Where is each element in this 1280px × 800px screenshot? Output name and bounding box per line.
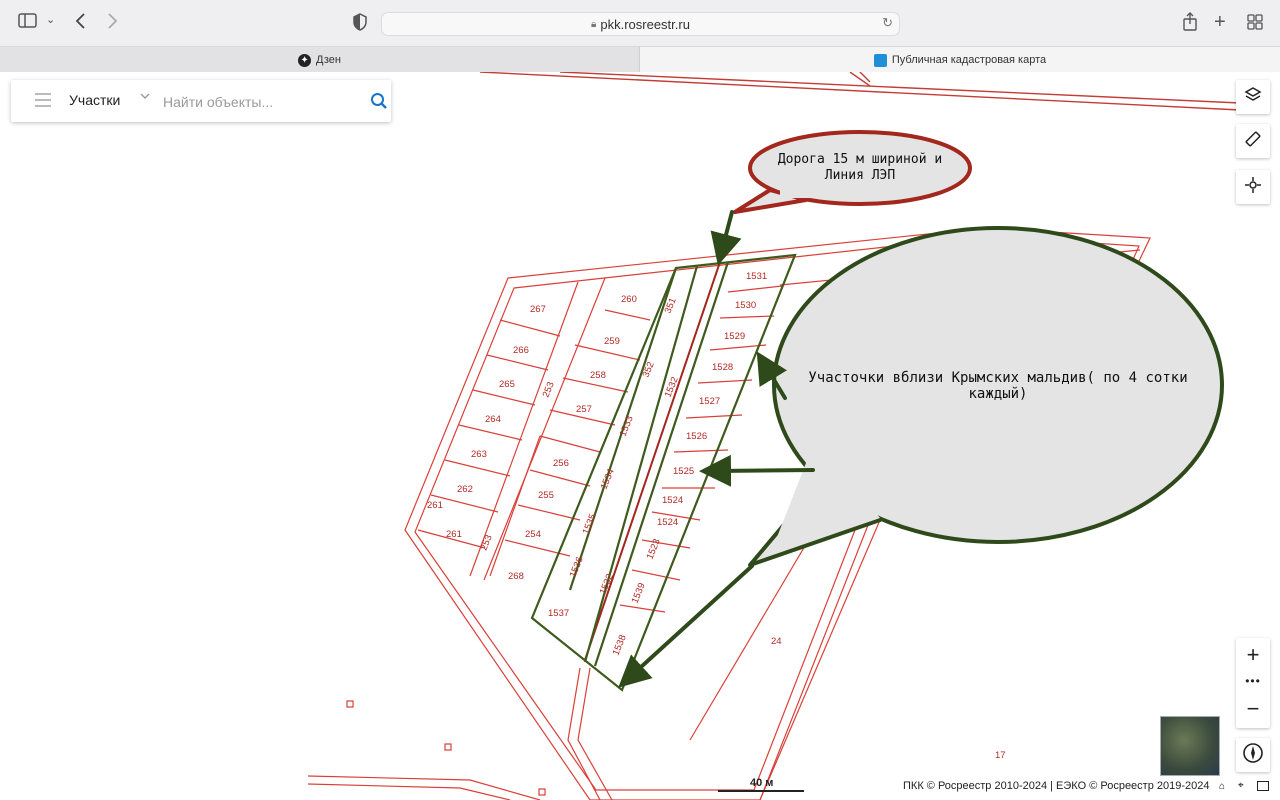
parcel-label: 1532 — [598, 572, 616, 596]
parcel-label: 17 — [995, 750, 1006, 761]
parcel-label: 261 — [427, 500, 443, 511]
more-icon[interactable]: ••• — [1236, 674, 1270, 688]
parcel-label: 1539 — [630, 581, 648, 605]
url-text: pkk.rosreestr.ru — [600, 16, 690, 32]
parcel-label: 254 — [525, 529, 541, 540]
zoom-controls: + ••• − — [1236, 638, 1270, 728]
sidebar-icon[interactable] — [18, 13, 38, 34]
parcel-label: 259 — [604, 336, 620, 347]
compass-button[interactable] — [1236, 738, 1270, 772]
parcel-label: 267 — [530, 304, 546, 315]
privacy-shield-icon[interactable] — [352, 13, 368, 36]
parcel-label: 24 — [771, 636, 782, 647]
plots-callout-text: Участочки вблизи Крымских мальдив( по 4 … — [808, 370, 1188, 402]
parcel-label: 263 — [471, 449, 487, 460]
layers-icon — [1244, 86, 1262, 109]
address-bar[interactable]: 🔒︎ pkk.rosreestr.ru ↻ — [381, 12, 900, 36]
parcel-label: 257 — [576, 404, 592, 415]
cadastral-map-svg: 267 266 265 264 263 262 261 261 253 253 … — [307, 72, 1241, 800]
parcel-label: 1538 — [611, 633, 629, 657]
parcel-label: 264 — [485, 414, 501, 425]
parcel-label: 1525 — [673, 466, 694, 477]
home-icon[interactable]: ⌂ — [1219, 781, 1225, 792]
copyright-text: ПКК © Росреестр 2010-2024 | ЕЭКО © Росре… — [903, 780, 1210, 792]
rosreestr-icon — [873, 53, 887, 67]
tab-cadastral-map[interactable]: Публичная кадастровая карта — [640, 47, 1280, 73]
parcel-label: 1524 — [662, 495, 683, 506]
parcel-label: 262 — [457, 484, 473, 495]
tab-dzen[interactable]: ✦ Дзен — [0, 47, 640, 73]
parcel-label: 255 — [538, 490, 554, 501]
scale-label: 40 м — [750, 777, 774, 789]
forward-icon[interactable] — [107, 12, 119, 35]
tab-overview-icon[interactable] — [1247, 14, 1263, 35]
dzen-icon: ✦ — [298, 53, 312, 67]
ruler-icon — [1244, 130, 1262, 153]
parcel-label: 253 — [541, 380, 557, 399]
parcel-label: 1534 — [599, 467, 617, 491]
search-category[interactable]: Участки — [69, 92, 120, 108]
back-icon[interactable] — [74, 12, 86, 35]
lock-icon: 🔒︎ — [591, 18, 597, 30]
zoom-out-button[interactable]: − — [1236, 696, 1270, 722]
scale-bar — [718, 790, 804, 792]
target-icon[interactable]: ⌖ — [1238, 780, 1244, 791]
chevron-down-icon[interactable]: ⌄ — [46, 13, 55, 26]
search-panel: Участки — [11, 80, 391, 122]
crosshair-icon — [1244, 176, 1262, 199]
parcel-label: 352 — [641, 360, 657, 379]
zoom-in-button[interactable]: + — [1236, 642, 1270, 668]
tab-bar: ✦ Дзен Публичная кадастровая карта — [0, 46, 1280, 74]
parcel-label: 256 — [553, 458, 569, 469]
search-input[interactable] — [161, 91, 355, 113]
menu-icon[interactable] — [35, 93, 51, 111]
fullscreen-icon[interactable] — [1257, 781, 1269, 791]
browser-toolbar: ⌄ 🔒︎ pkk.rosreestr.ru ↻ + — [0, 0, 1280, 46]
parcel-label: 253 — [479, 533, 495, 552]
parcel-label: 266 — [513, 345, 529, 356]
parcel-label: 1527 — [699, 396, 720, 407]
chevron-down-icon[interactable] — [140, 90, 150, 104]
reload-icon[interactable]: ↻ — [882, 15, 893, 31]
parcel-label: 268 — [508, 571, 524, 582]
parcel-label: 1524 — [657, 517, 678, 528]
layers-button[interactable] — [1236, 80, 1270, 114]
parcel-label: 258 — [590, 370, 606, 381]
tab-label: Публичная кадастровая карта — [891, 54, 1047, 66]
road-strip — [584, 261, 721, 661]
parcel-label: 1537 — [548, 608, 569, 619]
parcel-label: 1536 — [568, 555, 586, 579]
parcel-label: 260 — [621, 294, 637, 305]
measure-button[interactable] — [1236, 124, 1270, 158]
satellite-basemap-thumbnail[interactable] — [1160, 716, 1220, 776]
new-tab-icon[interactable]: + — [1214, 11, 1226, 34]
search-icon[interactable] — [370, 92, 388, 115]
road-boundary-lines — [479, 72, 1241, 111]
parcel-label: 265 — [499, 379, 515, 390]
map-canvas[interactable]: 267 266 265 264 263 262 261 261 253 253 … — [0, 72, 1280, 800]
compass-icon — [1242, 742, 1264, 769]
locate-button[interactable] — [1236, 170, 1270, 204]
parcel-label: 261 — [446, 529, 462, 540]
parcel-label: 1530 — [735, 300, 756, 311]
parcel-label: 1531 — [746, 271, 767, 282]
share-icon[interactable] — [1182, 12, 1198, 37]
parcel-label: 1533 — [618, 414, 636, 438]
parcel-label: 1529 — [724, 331, 745, 342]
parcel-label: 1535 — [581, 512, 599, 536]
parcel-label: 1526 — [686, 431, 707, 442]
road-callout-text: Дорога 15 м шириной и Линия ЛЭП — [777, 152, 943, 183]
parcel-label: 1528 — [712, 362, 733, 373]
tab-label: Дзен — [316, 54, 341, 66]
